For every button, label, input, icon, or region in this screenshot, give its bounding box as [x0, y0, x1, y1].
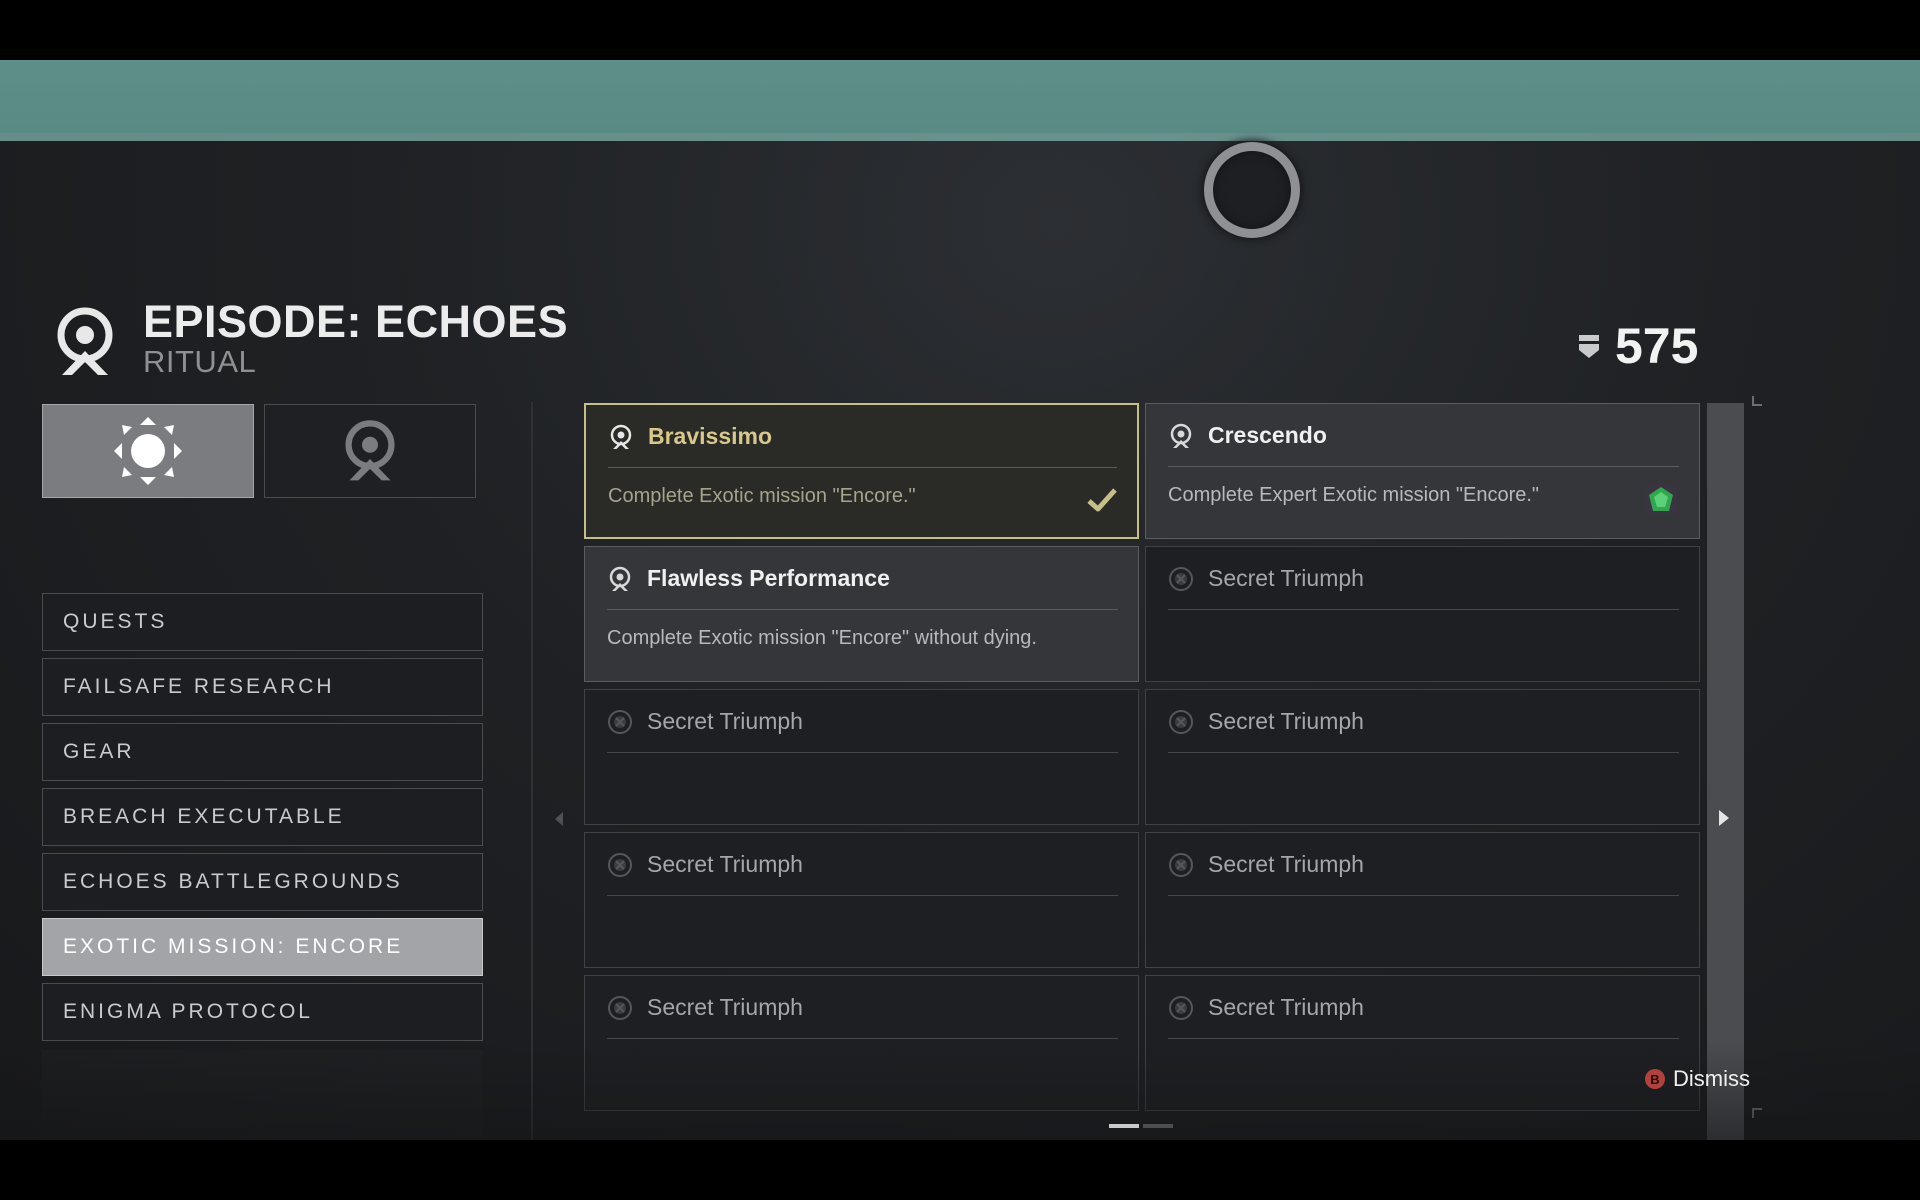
card-divider: [607, 752, 1118, 753]
top-banner-line: [0, 133, 1920, 141]
triumph-title: Bravissimo: [648, 423, 773, 449]
card-divider: [607, 609, 1118, 610]
dismiss-label: Dismiss: [1673, 1066, 1750, 1091]
triumph-title: Secret Triumph: [647, 851, 803, 877]
top-banner: [0, 60, 1920, 133]
tab-sun-emblem[interactable]: [42, 404, 254, 498]
nav-item-echoes-battlegrounds[interactable]: ECHOES BATTLEGROUNDS: [42, 853, 483, 911]
page-right-arrow-icon[interactable]: [1719, 810, 1729, 826]
tab-ritual-emblem[interactable]: [264, 404, 476, 498]
triumph-card-secret[interactable]: Secret Triumph: [1145, 689, 1700, 825]
triumph-description: Complete Exotic mission "Encore" without…: [607, 627, 1037, 649]
nav-item-quests[interactable]: QUESTS: [42, 593, 483, 651]
secret-triumph-icon: [608, 995, 632, 1020]
triumph-card-secret[interactable]: Secret Triumph: [1145, 546, 1700, 682]
secret-triumph-icon: [1169, 709, 1193, 734]
card-divider: [1168, 752, 1679, 753]
triumph-card-bravissimo[interactable]: Bravissimo Complete Exotic mission "Enco…: [584, 403, 1139, 539]
page-title: EPISODE: ECHOES: [143, 296, 569, 347]
sun-emblem-icon: [114, 417, 182, 485]
ritual-emblem-icon: [609, 566, 631, 591]
ritual-emblem-icon: [345, 420, 395, 481]
loading-ring-icon: [1204, 142, 1300, 238]
triumphs-screen: EPISODE: ECHOES RITUAL 575 QUESTS FAILSA…: [0, 60, 1920, 1140]
secret-triumph-icon: [1169, 852, 1193, 877]
page-left-arrow-icon[interactable]: [555, 812, 563, 826]
nav-item-exotic-mission-encore[interactable]: EXOTIC MISSION: ENCORE: [42, 918, 483, 976]
letterbox-bottom: [0, 1140, 1920, 1200]
triumph-title: Secret Triumph: [1208, 565, 1364, 591]
nav-item-enigma-protocol[interactable]: ENIGMA PROTOCOL: [42, 983, 483, 1041]
secret-triumph-icon: [1169, 566, 1193, 591]
triumph-description: Complete Exotic mission "Encore.": [608, 485, 916, 507]
secret-triumph-icon: [608, 852, 632, 877]
nav-item-gear[interactable]: GEAR: [42, 723, 483, 781]
triumph-card-secret[interactable]: Secret Triumph: [1145, 832, 1700, 968]
card-divider: [608, 467, 1117, 468]
category-list: QUESTS FAILSAFE RESEARCH GEAR BREACH EXE…: [42, 593, 483, 1048]
page-indicator: [1109, 1124, 1173, 1128]
nav-item-breach-executable[interactable]: BREACH EXECUTABLE: [42, 788, 483, 846]
frame-corner: [1752, 396, 1762, 406]
checkmark-icon: [1087, 488, 1117, 512]
card-divider: [1168, 895, 1679, 896]
ritual-emblem-icon: [1170, 423, 1192, 448]
card-divider: [607, 895, 1118, 896]
b-button-icon: B: [1645, 1069, 1665, 1089]
footer-bar: [0, 1043, 1920, 1140]
triumph-card-secret[interactable]: Secret Triumph: [584, 689, 1139, 825]
reward-gem-icon: [1645, 484, 1677, 516]
ritual-emblem-icon: [610, 424, 632, 449]
card-divider: [1168, 1038, 1679, 1039]
triumph-title: Secret Triumph: [1208, 851, 1364, 877]
dismiss-button[interactable]: B Dismiss: [1645, 1066, 1750, 1092]
triumph-description: Complete Expert Exotic mission "Encore.": [1168, 484, 1540, 506]
panel-divider: [531, 402, 533, 1140]
triumph-score: 575: [1575, 316, 1698, 376]
triumph-card-flawless-performance[interactable]: Flawless Performance Complete Exotic mis…: [584, 546, 1139, 682]
seal-icon: [1579, 335, 1599, 358]
triumph-title: Secret Triumph: [647, 994, 803, 1020]
triumph-title: Crescendo: [1208, 422, 1327, 448]
nav-item-failsafe-research[interactable]: FAILSAFE RESEARCH: [42, 658, 483, 716]
card-divider: [1168, 609, 1679, 610]
page-dot[interactable]: [1143, 1124, 1173, 1128]
page-subtitle: RITUAL: [143, 344, 257, 379]
triumph-title: Secret Triumph: [647, 708, 803, 734]
secret-triumph-icon: [1169, 995, 1193, 1020]
ritual-emblem-icon: [57, 307, 113, 375]
triumph-card-crescendo[interactable]: Crescendo Complete Expert Exotic mission…: [1145, 403, 1700, 539]
secret-triumph-icon: [608, 709, 632, 734]
card-divider: [1168, 466, 1679, 467]
letterbox-top: [0, 0, 1920, 60]
triumph-title: Flawless Performance: [647, 565, 890, 591]
triumph-card-secret[interactable]: Secret Triumph: [584, 832, 1139, 968]
triumph-title: Secret Triumph: [1208, 994, 1364, 1020]
card-divider: [607, 1038, 1118, 1039]
triumph-title: Secret Triumph: [1208, 708, 1364, 734]
score-value: 575: [1615, 318, 1699, 374]
page-scroll-track[interactable]: [1707, 403, 1744, 1140]
page-dot[interactable]: [1109, 1124, 1139, 1128]
